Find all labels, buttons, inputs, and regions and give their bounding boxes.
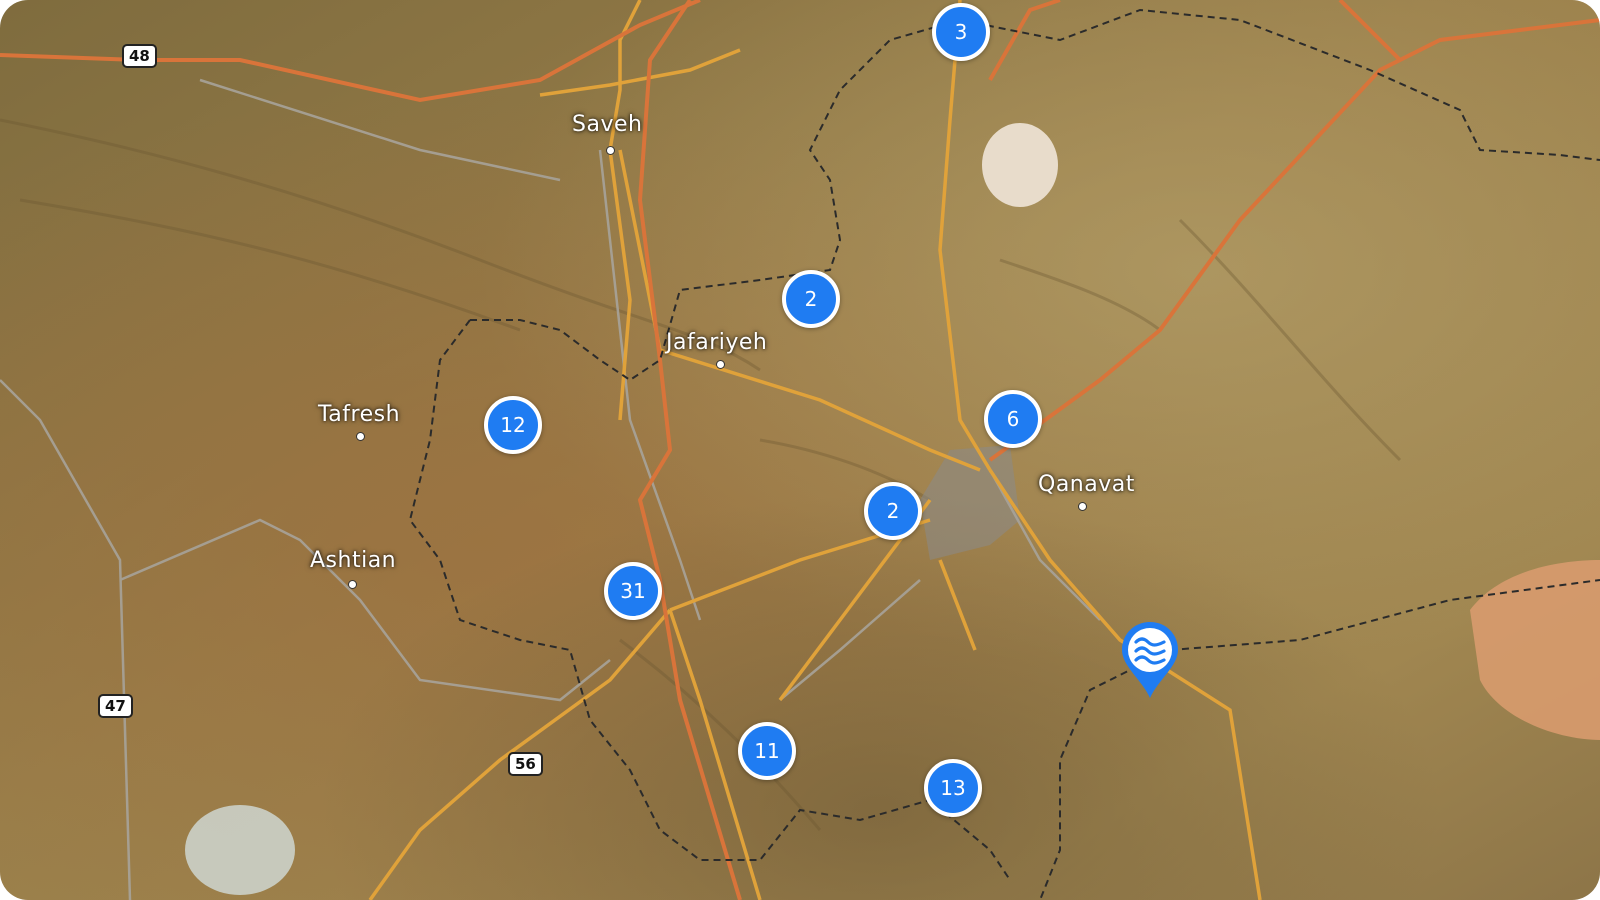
salt-lake (982, 123, 1058, 207)
place-label-saveh: Saveh (572, 112, 643, 137)
cluster-marker[interactable]: 3 (932, 3, 990, 61)
road-shield-48: 48 (122, 44, 157, 68)
cluster-marker[interactable]: 6 (984, 390, 1042, 448)
cluster-marker[interactable]: 12 (484, 396, 542, 454)
satellite-basemap[interactable] (0, 0, 1600, 900)
cluster-marker[interactable]: 2 (864, 482, 922, 540)
map-pin-icon (1122, 622, 1178, 698)
place-label-jafariyeh: Jafariyeh (666, 330, 768, 355)
road-shield-56: 56 (508, 752, 543, 776)
place-dot-ashtian (348, 580, 357, 589)
cluster-marker[interactable]: 31 (604, 562, 662, 620)
place-label-ashtian: Ashtian (310, 548, 397, 573)
road-shield-47: 47 (98, 694, 133, 718)
water-location-marker[interactable] (1118, 620, 1182, 700)
cluster-marker[interactable]: 2 (782, 270, 840, 328)
place-label-qanavat: Qanavat (1038, 472, 1135, 497)
place-label-tafresh: Tafresh (318, 402, 401, 427)
cluster-marker[interactable]: 13 (924, 759, 982, 817)
place-dot-qanavat (1078, 502, 1087, 511)
place-dot-saveh (606, 146, 615, 155)
cluster-marker[interactable]: 11 (738, 722, 796, 780)
place-dot-jafariyeh (716, 360, 725, 369)
place-dot-tafresh (356, 432, 365, 441)
map-view[interactable]: Saveh Jafariyeh Tafresh Ashtian Qanavat … (0, 0, 1600, 900)
salt-lake-sw (185, 805, 295, 895)
